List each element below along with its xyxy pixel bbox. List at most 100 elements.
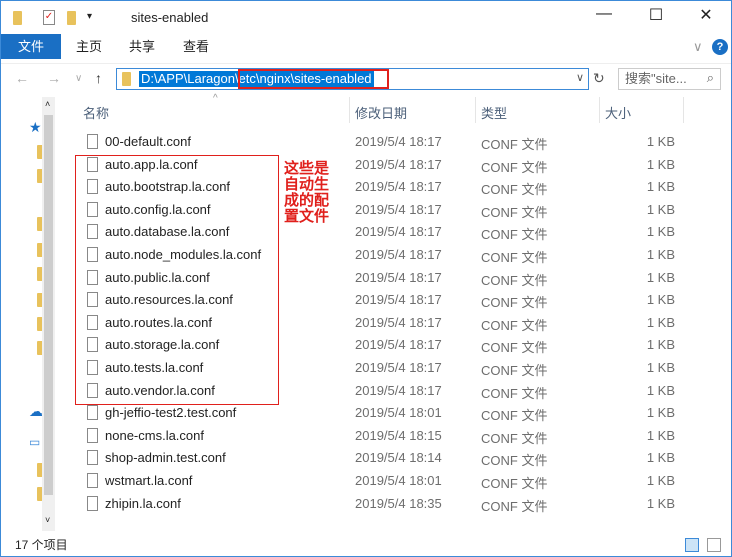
file-date: 2019/5/4 18:17 (355, 382, 442, 398)
file-size: 1 KB (646, 337, 675, 353)
file-size: 1 KB (646, 473, 675, 488)
file-size: 1 KB (646, 134, 675, 149)
tab-home[interactable]: 主页 (76, 34, 102, 59)
file-size: 1 KB (646, 495, 675, 511)
scroll-down-icon[interactable]: ˅ (45, 515, 50, 525)
refresh-button[interactable]: ↻ (593, 70, 605, 87)
file-type: CONF 文件 (481, 408, 548, 424)
this-pc-icon[interactable]: ▭ (29, 435, 40, 449)
file-name: wstmart.la.conf (105, 473, 193, 488)
file-type: CONF 文件 (481, 317, 548, 333)
up-button[interactable]: ↑ (95, 70, 102, 86)
file-row[interactable]: 00-default.conf 2019/5/4 18:17 CONF 文件 1… (73, 131, 693, 153)
file-icon (87, 495, 98, 511)
file-size: 1 KB (646, 179, 675, 195)
file-icon (87, 427, 98, 443)
file-type: CONF 文件 (481, 250, 548, 265)
file-type: CONF 文件 (481, 204, 548, 220)
file-name: zhipin.la.conf (105, 495, 181, 511)
file-row[interactable]: wstmart.la.conf 2019/5/4 18:01 CONF 文件 1… (73, 470, 693, 492)
path-highlight-box (238, 69, 389, 89)
forward-button[interactable]: → (47, 70, 61, 86)
file-row[interactable]: gh-jeffio-test2.test.conf 2019/5/4 18:01… (73, 402, 693, 424)
details-view-icon[interactable] (685, 538, 699, 552)
onedrive-icon[interactable]: ☁ (29, 403, 43, 420)
column-size[interactable]: 大小 (605, 103, 631, 122)
file-type: CONF 文件 (481, 340, 548, 356)
file-type: CONF 文件 (481, 272, 548, 288)
column-type[interactable]: 类型 (481, 103, 507, 122)
maximize-button[interactable]: ☐ (641, 5, 671, 29)
file-name: gh-jeffio-test2.test.conf (105, 405, 237, 421)
file-type: CONF 文件 (481, 498, 548, 514)
minimize-button[interactable]: — (589, 5, 619, 29)
file-date: 2019/5/4 18:17 (355, 224, 442, 240)
nav-pane-scrollbar[interactable]: ˄ ˅ (42, 97, 55, 531)
recent-locations-button[interactable]: ∨ (75, 73, 82, 84)
file-type: CONF 文件 (481, 363, 548, 378)
file-size: 1 KB (646, 450, 675, 466)
properties-icon[interactable]: ✓ (43, 10, 55, 25)
file-icon (87, 473, 98, 488)
file-row[interactable]: zhipin.la.conf 2019/5/4 18:35 CONF 文件 1 … (73, 493, 693, 515)
search-placeholder: 搜索"site... (625, 71, 687, 86)
tab-view[interactable]: 查看 (183, 34, 209, 59)
file-date: 2019/5/4 18:17 (355, 360, 442, 375)
address-bar[interactable]: D:\APP\Laragon\etc\nginx\sites-enabled ∨ (116, 68, 589, 90)
column-name[interactable]: 名称 (83, 103, 109, 122)
file-type: CONF 文件 (481, 182, 548, 198)
file-type: CONF 文件 (481, 476, 548, 491)
file-icon (87, 405, 98, 421)
close-button[interactable]: ✕ (691, 5, 721, 29)
file-row[interactable]: shop-admin.test.conf 2019/5/4 18:14 CONF… (73, 447, 693, 469)
annotation-text: 这些是自动生成的配置文件 (284, 160, 330, 225)
file-date: 2019/5/4 18:01 (355, 405, 442, 421)
column-divider (683, 97, 684, 123)
file-size: 1 KB (646, 269, 675, 285)
file-name: shop-admin.test.conf (105, 450, 226, 466)
column-divider (475, 97, 476, 123)
new-folder-icon[interactable] (67, 11, 76, 25)
column-date[interactable]: 修改日期 (355, 103, 407, 122)
file-icon (87, 450, 98, 466)
file-size: 1 KB (646, 201, 675, 217)
file-size: 1 KB (646, 156, 675, 172)
search-input[interactable]: 搜索"site... ⌕ (618, 68, 721, 90)
file-type: CONF 文件 (481, 227, 548, 243)
address-dropdown-icon[interactable]: ∨ (576, 71, 584, 84)
tab-file[interactable]: 文件 (1, 34, 61, 59)
file-date: 2019/5/4 18:17 (355, 247, 442, 262)
column-divider (599, 97, 600, 123)
column-headers: 名称 ^ 修改日期 类型 大小 (73, 93, 731, 123)
search-icon: ⌕ (706, 70, 714, 85)
back-button[interactable]: ← (15, 70, 29, 86)
file-date: 2019/5/4 18:17 (355, 314, 442, 330)
scroll-up-icon[interactable]: ˄ (45, 99, 50, 109)
file-date: 2019/5/4 18:17 (355, 201, 442, 217)
file-date: 2019/5/4 18:15 (355, 427, 442, 443)
tab-share[interactable]: 共享 (129, 34, 155, 59)
file-date: 2019/5/4 18:17 (355, 292, 442, 308)
annotation-box (75, 155, 279, 405)
file-date: 2019/5/4 18:17 (355, 337, 442, 353)
large-icons-view-icon[interactable] (707, 538, 721, 552)
help-icon[interactable]: ? (712, 39, 728, 55)
file-icon (87, 134, 98, 149)
file-type: CONF 文件 (481, 159, 548, 175)
file-size: 1 KB (646, 382, 675, 398)
file-name: none-cms.la.conf (105, 427, 204, 443)
file-size: 1 KB (646, 247, 675, 262)
sort-ascending-icon: ^ (213, 93, 218, 104)
column-divider (349, 97, 350, 123)
ribbon: 文件 主页 共享 查看 ∨ ? (1, 34, 731, 59)
quick-access-star-icon[interactable]: ★ (29, 119, 42, 136)
expand-ribbon-icon[interactable]: ∨ (693, 34, 703, 59)
file-size: 1 KB (646, 405, 675, 421)
file-type: CONF 文件 (481, 453, 548, 469)
file-date: 2019/5/4 18:35 (355, 495, 442, 511)
customize-toolbar-icon[interactable]: ▾ (87, 11, 92, 22)
navigation-pane: ★ ☁ ▭ ˄ ˅ (1, 97, 57, 531)
scrollbar-thumb[interactable] (44, 115, 53, 495)
file-row[interactable]: none-cms.la.conf 2019/5/4 18:15 CONF 文件 … (73, 425, 693, 447)
file-size: 1 KB (646, 224, 675, 240)
